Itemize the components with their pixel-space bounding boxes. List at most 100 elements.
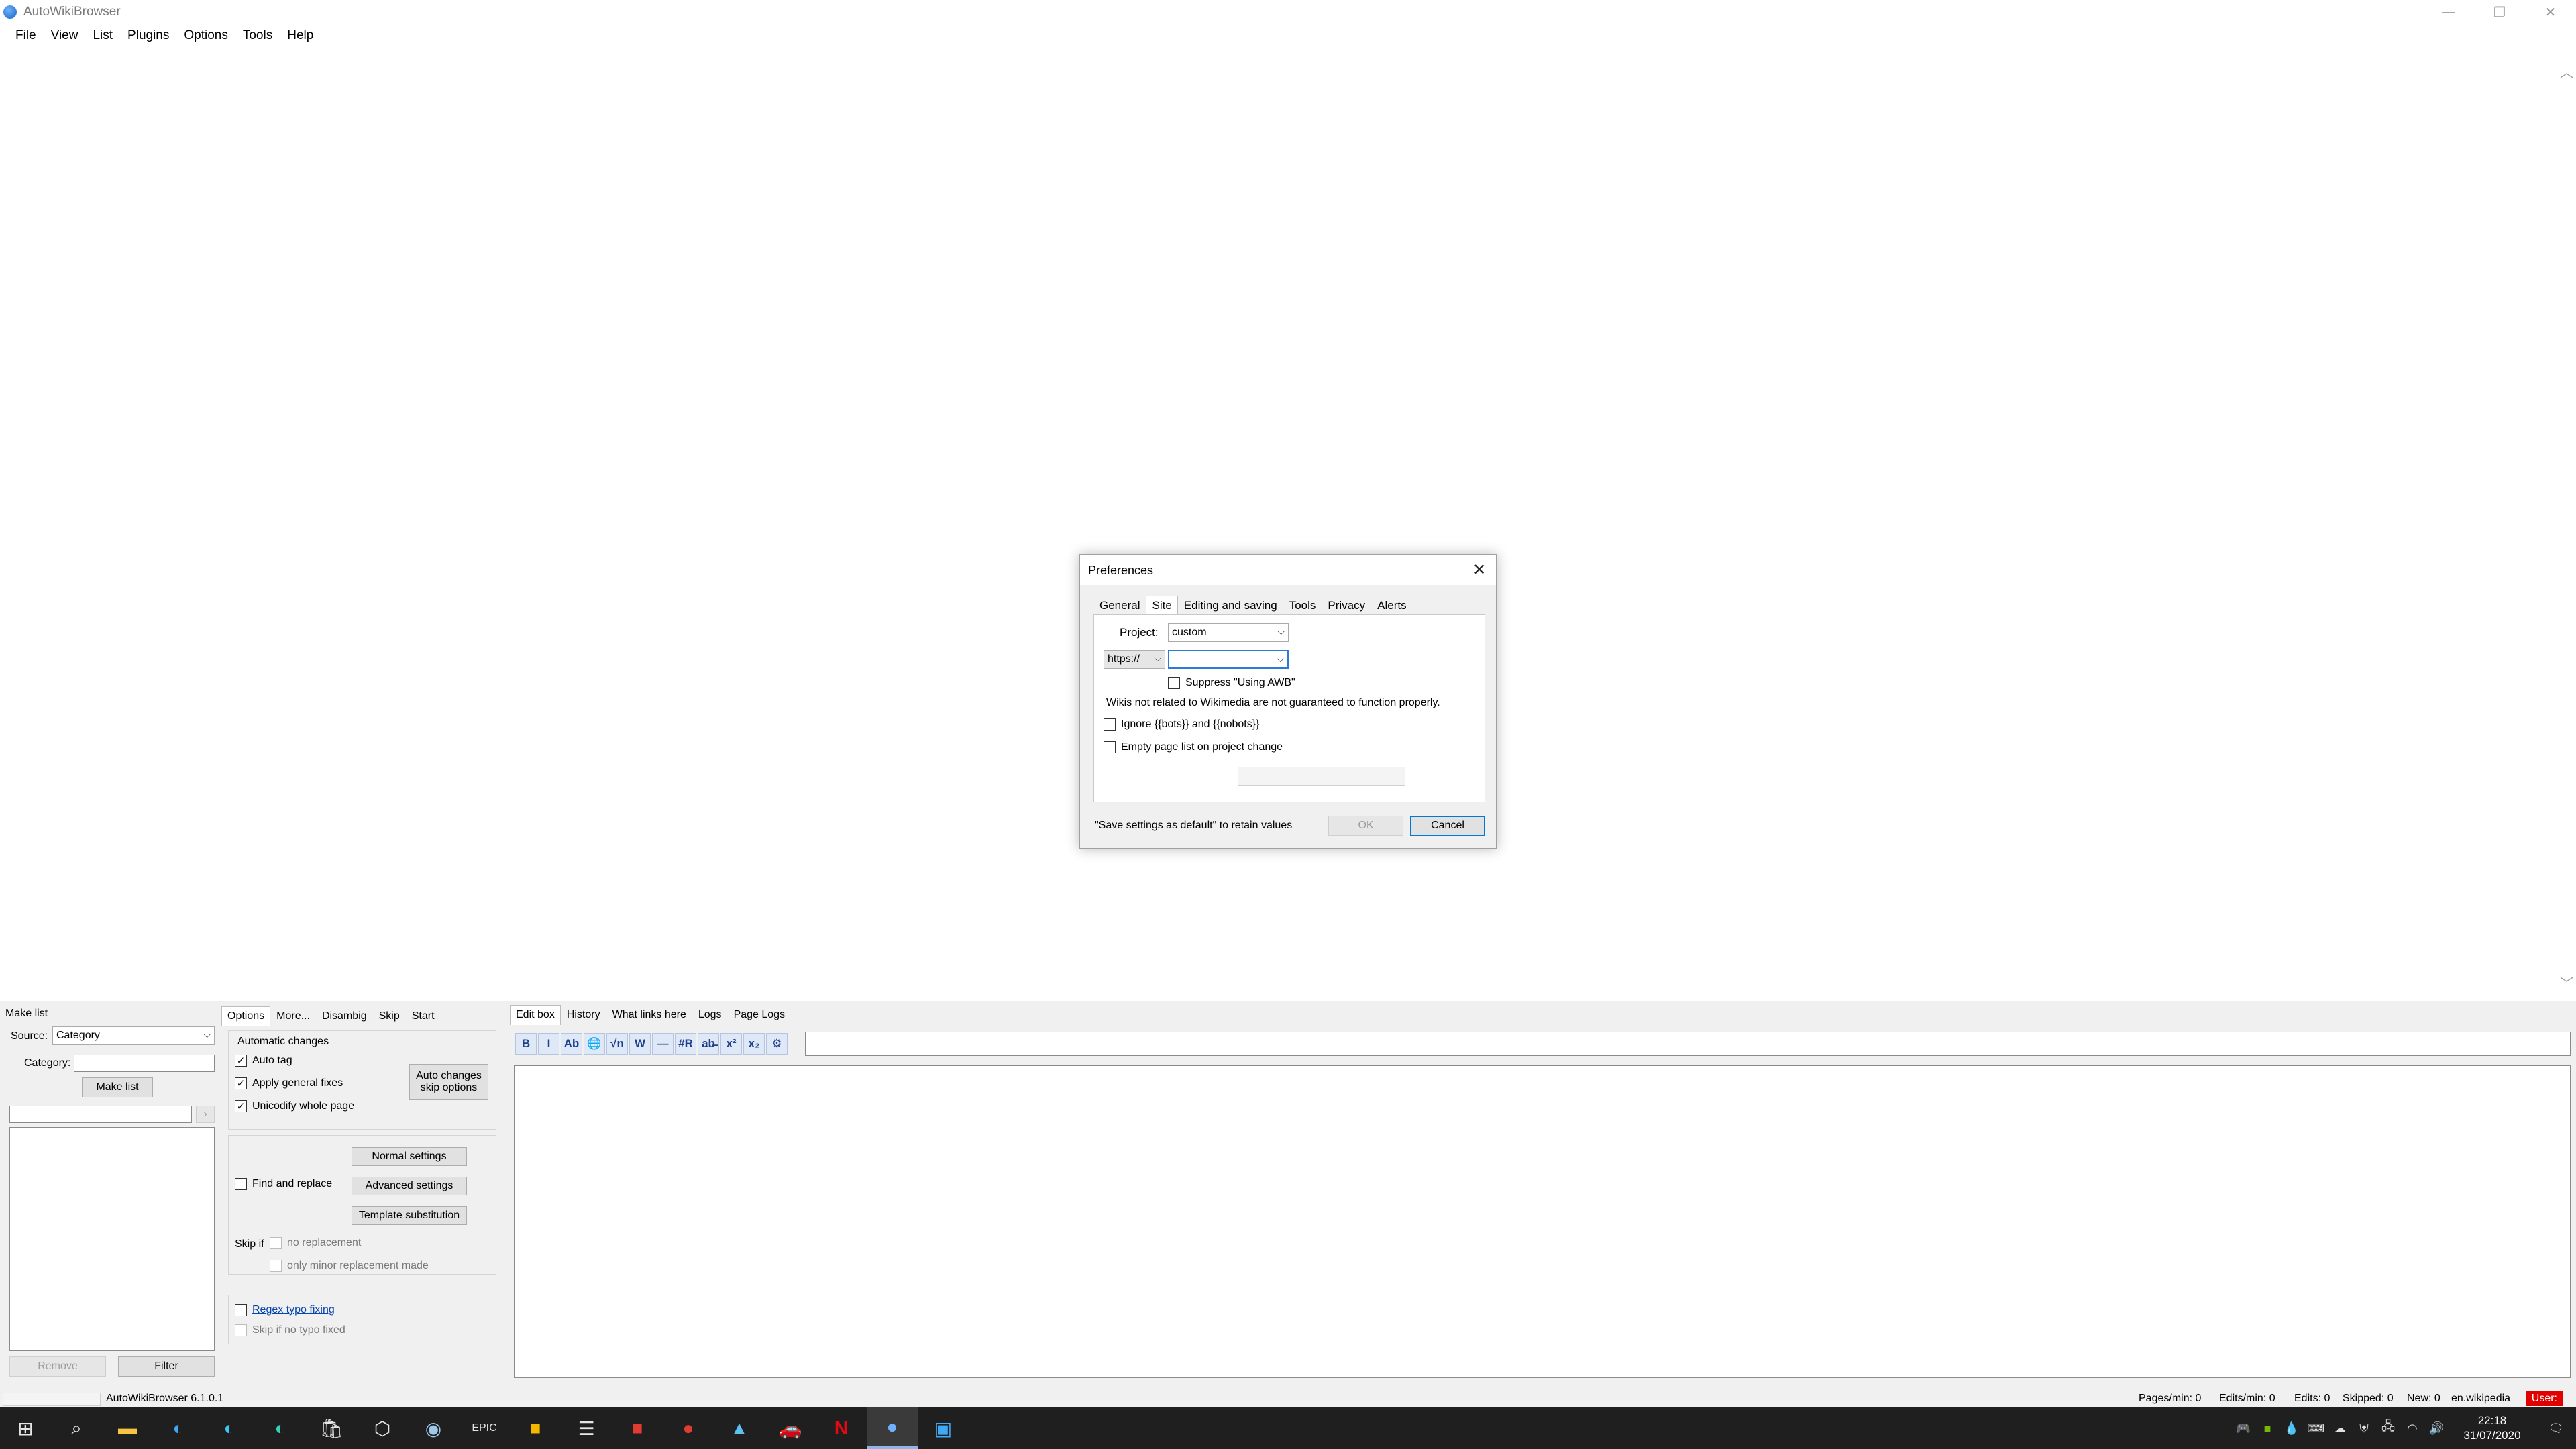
- general-fixes-row[interactable]: Apply general fixes: [235, 1077, 343, 1089]
- cancel-button[interactable]: Cancel: [1410, 816, 1485, 836]
- stack-icon[interactable]: ☰: [561, 1407, 612, 1449]
- general-fixes-checkbox[interactable]: [235, 1077, 247, 1089]
- tab-privacy[interactable]: Privacy: [1322, 596, 1371, 614]
- edit-box[interactable]: [514, 1065, 2571, 1378]
- only-minor-checkbox[interactable]: [270, 1260, 282, 1272]
- category-input[interactable]: [74, 1055, 215, 1072]
- empty-pagelist-checkbox[interactable]: [1104, 741, 1116, 753]
- menu-tools[interactable]: Tools: [235, 28, 280, 43]
- minimize-button[interactable]: —: [2423, 0, 2474, 24]
- close-button[interactable]: ✕: [2525, 0, 2576, 24]
- suppress-using-awb-row[interactable]: Suppress "Using AWB": [1168, 677, 1295, 689]
- redirect-icon[interactable]: #R: [675, 1033, 696, 1055]
- menu-options[interactable]: Options: [176, 28, 235, 43]
- suppress-using-awb-checkbox[interactable]: [1168, 677, 1180, 689]
- rockstar-icon[interactable]: ■: [510, 1407, 561, 1449]
- shield-icon[interactable]: ⛨: [2352, 1421, 2376, 1436]
- autodesk-icon[interactable]: ■: [612, 1407, 663, 1449]
- tab-edit-box[interactable]: Edit box: [510, 1005, 561, 1025]
- tab-page-logs[interactable]: Page Logs: [728, 1005, 792, 1025]
- unity-icon[interactable]: ⬡: [357, 1407, 408, 1449]
- dialog-close-icon[interactable]: ✕: [1469, 559, 1489, 580]
- menu-view[interactable]: View: [44, 28, 86, 43]
- menu-file[interactable]: File: [8, 28, 44, 43]
- unicodify-checkbox[interactable]: [235, 1100, 247, 1112]
- skip-no-typo-row[interactable]: Skip if no typo fixed: [235, 1324, 345, 1336]
- tab-history[interactable]: History: [561, 1005, 606, 1025]
- strikethrough-icon[interactable]: ab̶: [698, 1033, 719, 1055]
- tab-alerts[interactable]: Alerts: [1371, 596, 1412, 614]
- no-replacement-checkbox[interactable]: [270, 1237, 282, 1249]
- photos-icon[interactable]: ▣: [918, 1407, 969, 1449]
- menu-help[interactable]: Help: [280, 28, 321, 43]
- nvidia-icon[interactable]: ■: [2255, 1421, 2279, 1436]
- epic-icon[interactable]: EPIC: [459, 1407, 510, 1449]
- keyboard-icon[interactable]: ⌨: [2304, 1421, 2328, 1436]
- edit-summary-input[interactable]: [805, 1032, 2571, 1056]
- external-link-icon[interactable]: 🌐: [584, 1033, 605, 1055]
- make-list-button[interactable]: Make list: [82, 1077, 153, 1097]
- source-select[interactable]: Category ⌵: [52, 1026, 215, 1045]
- no-replacement-row[interactable]: no replacement: [270, 1237, 361, 1249]
- link-icon[interactable]: Ab: [561, 1033, 582, 1055]
- tab-start[interactable]: Start: [406, 1006, 441, 1026]
- tab-site[interactable]: Site: [1146, 596, 1178, 614]
- ignore-bots-row[interactable]: Ignore {{bots}} and {{nobots}}: [1104, 718, 1259, 731]
- file-explorer-icon[interactable]: ▬: [102, 1407, 153, 1449]
- subscript-icon[interactable]: x₂: [743, 1033, 765, 1055]
- only-minor-row[interactable]: only minor replacement made: [270, 1260, 429, 1272]
- car-icon[interactable]: 🚗: [765, 1407, 816, 1449]
- auto-tag-checkbox[interactable]: [235, 1055, 247, 1067]
- skip-no-typo-checkbox[interactable]: [235, 1324, 247, 1336]
- tab-logs[interactable]: Logs: [692, 1005, 728, 1025]
- filter-button[interactable]: Filter: [118, 1356, 215, 1377]
- protocol-select[interactable]: https:// ⌵: [1104, 650, 1165, 669]
- advanced-settings-button[interactable]: Advanced settings: [352, 1177, 467, 1195]
- tab-tools[interactable]: Tools: [1283, 596, 1322, 614]
- store-icon[interactable]: 🛍: [306, 1407, 357, 1449]
- search-icon[interactable]: ⌕: [51, 1407, 102, 1449]
- regex-typo-row[interactable]: Regex typo fixing: [235, 1304, 335, 1316]
- page-listbox[interactable]: [9, 1127, 215, 1351]
- affinity-icon[interactable]: ▲: [714, 1407, 765, 1449]
- find-replace-checkbox[interactable]: [235, 1178, 247, 1190]
- tab-options[interactable]: Options: [221, 1006, 271, 1026]
- steam-icon[interactable]: ◉: [408, 1407, 459, 1449]
- ignore-bots-checkbox[interactable]: [1104, 718, 1116, 731]
- ok-button[interactable]: OK: [1328, 816, 1403, 836]
- regex-typo-checkbox[interactable]: [235, 1304, 247, 1316]
- list-filter-go-button[interactable]: ›: [196, 1106, 215, 1123]
- menu-list[interactable]: List: [85, 28, 120, 43]
- cloud-icon[interactable]: ☁: [2328, 1421, 2352, 1436]
- maximize-button[interactable]: ❐: [2474, 0, 2525, 24]
- project-select[interactable]: custom ⌵: [1168, 623, 1289, 642]
- scroll-up-icon[interactable]: ︿: [2560, 62, 2573, 81]
- gamepad-icon[interactable]: 🎮: [2231, 1421, 2255, 1436]
- regex-typo-link[interactable]: Regex typo fixing: [252, 1304, 335, 1316]
- volume-icon[interactable]: 🔊: [2424, 1421, 2449, 1436]
- tab-disambig[interactable]: Disambig: [316, 1006, 373, 1026]
- clock[interactable]: 22:18 31/07/2020: [2449, 1413, 2536, 1443]
- awb-icon[interactable]: ●: [867, 1407, 918, 1449]
- normal-settings-button[interactable]: Normal settings: [352, 1147, 467, 1166]
- nowiki-icon[interactable]: W: [629, 1033, 651, 1055]
- italic-icon[interactable]: I: [538, 1033, 559, 1055]
- tab-what-links-here[interactable]: What links here: [606, 1005, 692, 1025]
- windows-icon[interactable]: ⊞: [0, 1407, 51, 1449]
- notification-icon[interactable]: 🗨: [2536, 1421, 2576, 1436]
- scroll-down-icon[interactable]: ﹀: [2560, 973, 2573, 992]
- unicodify-row[interactable]: Unicodify whole page: [235, 1100, 354, 1112]
- custom-url-input[interactable]: ⌵: [1168, 650, 1289, 669]
- remove-button[interactable]: Remove: [9, 1356, 106, 1377]
- horizontal-line-icon[interactable]: —: [652, 1033, 674, 1055]
- edge-icon[interactable]: ◐: [153, 1407, 204, 1449]
- droplet-icon[interactable]: 💧: [2279, 1421, 2304, 1436]
- auto-changes-skip-options-button[interactable]: Auto changes skip options: [409, 1064, 488, 1100]
- tab-skip[interactable]: Skip: [373, 1006, 406, 1026]
- settings-icon[interactable]: ⚙: [766, 1033, 788, 1055]
- bold-icon[interactable]: B: [515, 1033, 537, 1055]
- superscript-icon[interactable]: x²: [720, 1033, 742, 1055]
- empty-pagelist-row[interactable]: Empty page list on project change: [1104, 741, 1283, 753]
- tab-general[interactable]: General: [1093, 596, 1146, 614]
- netflix-icon[interactable]: N: [816, 1407, 867, 1449]
